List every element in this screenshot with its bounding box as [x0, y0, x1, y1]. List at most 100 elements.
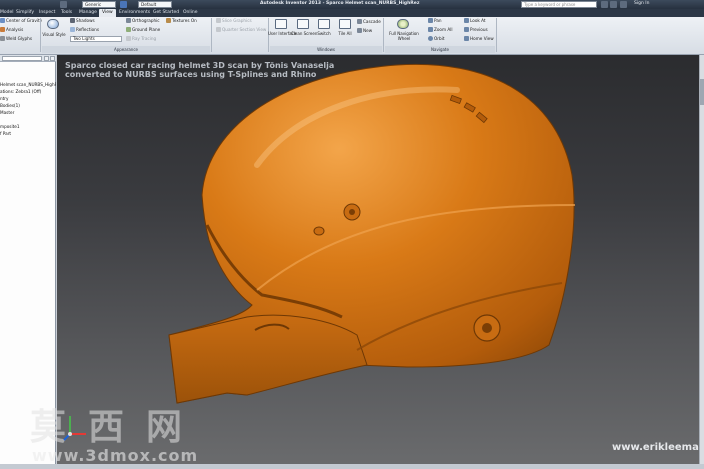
appearance-group-label: Appearance — [42, 46, 210, 53]
help-search-input[interactable]: Type a keyword or phrase — [521, 1, 597, 8]
orbit-button[interactable]: Orbit — [428, 36, 444, 42]
ray-tracing-button[interactable]: Ray Tracing — [126, 36, 156, 42]
clean-screen-icon[interactable] — [297, 19, 309, 29]
tree-node[interactable]: Bodies(1) — [0, 102, 56, 109]
navigate-group-label: Navigate — [385, 46, 495, 53]
browser-header — [0, 55, 56, 62]
analysis-toggle[interactable]: Analysis — [0, 27, 23, 33]
viewport-scrollbar[interactable] — [699, 55, 704, 464]
credit-text: www.erikleeman — [612, 442, 699, 453]
app-menu-icon[interactable] — [60, 1, 67, 8]
window-title: Autodesk Inventor 2013 - Sparco Helmet s… — [260, 1, 420, 6]
tree-node[interactable]: mposite1 — [0, 123, 56, 130]
shadows-icon — [70, 18, 75, 23]
tree-node[interactable]: Master — [0, 109, 56, 116]
visual-style-icon[interactable] — [47, 19, 59, 29]
view-triad-icon — [63, 416, 86, 441]
helmet-chin-bar — [168, 314, 368, 404]
separator — [383, 18, 384, 52]
lighting-style-dropdown[interactable]: Two Lights — [70, 36, 122, 42]
shadows-button[interactable]: Shadows — [70, 18, 95, 24]
reflections-button[interactable]: Reflections — [70, 27, 99, 33]
analysis-icon — [0, 27, 5, 32]
windows-group-label: Windows — [270, 46, 382, 53]
look-at-icon — [464, 18, 469, 23]
user-interface-icon[interactable] — [275, 19, 287, 29]
weld-glyph-icon — [0, 36, 5, 41]
orthographic-icon — [126, 18, 131, 23]
tree-node[interactable]: ations: Zebra1 (Off) — [0, 88, 56, 95]
section-view-button: Quarter Section View — [216, 27, 266, 33]
browser-menu-button[interactable] — [50, 56, 55, 61]
switch-window-button[interactable]: Switch — [313, 31, 335, 36]
tab-manage[interactable]: Manage — [79, 9, 97, 17]
pan-hand-icon — [428, 18, 433, 23]
tab-get-started[interactable]: Get Started — [153, 9, 179, 17]
tab-environments[interactable]: Environments — [119, 9, 150, 17]
separator — [40, 18, 41, 52]
section-view-icon — [216, 27, 221, 32]
navigation-wheel-button[interactable]: Full Navigation Wheel — [386, 31, 422, 41]
new-window-button[interactable]: New — [357, 28, 372, 34]
side-hole — [313, 226, 325, 236]
tree-node[interactable] — [0, 116, 56, 123]
ribbon-panel: Center of Gravity Analysis Weld Glyphs V… — [0, 17, 704, 55]
tab-tools[interactable]: Tools — [61, 9, 72, 17]
browser-search-button[interactable] — [44, 56, 49, 61]
tab-simplify[interactable]: Simplify — [16, 9, 34, 17]
slice-graphics-button: Slice Graphics — [216, 18, 252, 24]
weld-glyphs-toggle[interactable]: Weld Glyphs — [0, 36, 32, 42]
zoom-all-button[interactable]: Zoom All — [428, 27, 453, 33]
separator — [496, 18, 497, 52]
tree-node[interactable]: f Part — [0, 130, 56, 137]
tab-view[interactable]: View — [99, 9, 116, 17]
zoom-icon — [428, 27, 433, 32]
sign-in-link[interactable]: Sign In — [634, 1, 649, 6]
watermark-url: www.3dmox.com — [32, 446, 199, 465]
pan-button[interactable]: Pan — [428, 18, 442, 24]
home-view-button[interactable]: Home View — [464, 36, 494, 42]
look-at-button[interactable]: Look At — [464, 18, 486, 24]
style-combo[interactable]: Default — [138, 1, 172, 8]
tree-node-root[interactable]: Helmet scan_NURBS_HighRez — [0, 81, 56, 88]
new-window-icon — [357, 28, 362, 33]
ribbon-tabs: Model Simplify Inspect Tools Manage View… — [0, 9, 704, 17]
switch-window-icon[interactable] — [318, 19, 330, 29]
separator — [211, 18, 212, 52]
project-combo[interactable]: Generic — [82, 1, 116, 8]
watermark-chinese-text: 莫西网 — [30, 406, 205, 448]
tile-all-button[interactable]: Tile All — [334, 31, 356, 36]
textures-on-button[interactable]: Textures On — [166, 18, 197, 24]
browser-view-dropdown[interactable] — [2, 56, 42, 61]
tile-all-icon[interactable] — [339, 19, 351, 29]
reflections-icon — [70, 27, 75, 32]
orbit-icon — [428, 36, 433, 41]
browser-tree: Helmet scan_NURBS_HighRez ations: Zebra1… — [0, 81, 56, 137]
previous-view-button[interactable]: Previous — [464, 27, 488, 33]
center-of-gravity-toggle[interactable]: Center of Gravity — [0, 18, 42, 24]
navigation-wheel-icon[interactable] — [397, 19, 409, 29]
info-center-icon[interactable] — [620, 1, 627, 8]
subscription-icon[interactable] — [610, 1, 617, 8]
home-icon — [464, 36, 469, 41]
previous-view-icon — [464, 27, 469, 32]
tab-model[interactable]: Model — [0, 9, 14, 17]
textures-icon — [166, 18, 171, 23]
search-icon[interactable] — [601, 1, 608, 8]
ground-plane-button[interactable]: Ground Plane — [126, 27, 160, 33]
tab-inspect[interactable]: Inspect — [39, 9, 55, 17]
color-swatch-icon[interactable] — [120, 1, 127, 8]
clean-screen-button[interactable]: Clean Screen — [291, 31, 317, 36]
tree-node[interactable]: ntry — [0, 95, 56, 102]
scrollbar-thumb[interactable] — [700, 79, 704, 105]
ray-tracing-icon — [126, 36, 131, 41]
status-bar — [0, 464, 704, 469]
orthographic-button[interactable]: Orthographic — [126, 18, 160, 24]
visual-style-button[interactable]: Visual Style — [42, 32, 66, 37]
cascade-button[interactable]: Cascade — [357, 19, 381, 25]
slice-graphics-icon — [216, 18, 221, 23]
cascade-icon — [357, 19, 362, 24]
ground-plane-icon — [126, 27, 131, 32]
tab-online[interactable]: Online — [183, 9, 198, 17]
center-of-gravity-icon — [0, 18, 5, 23]
